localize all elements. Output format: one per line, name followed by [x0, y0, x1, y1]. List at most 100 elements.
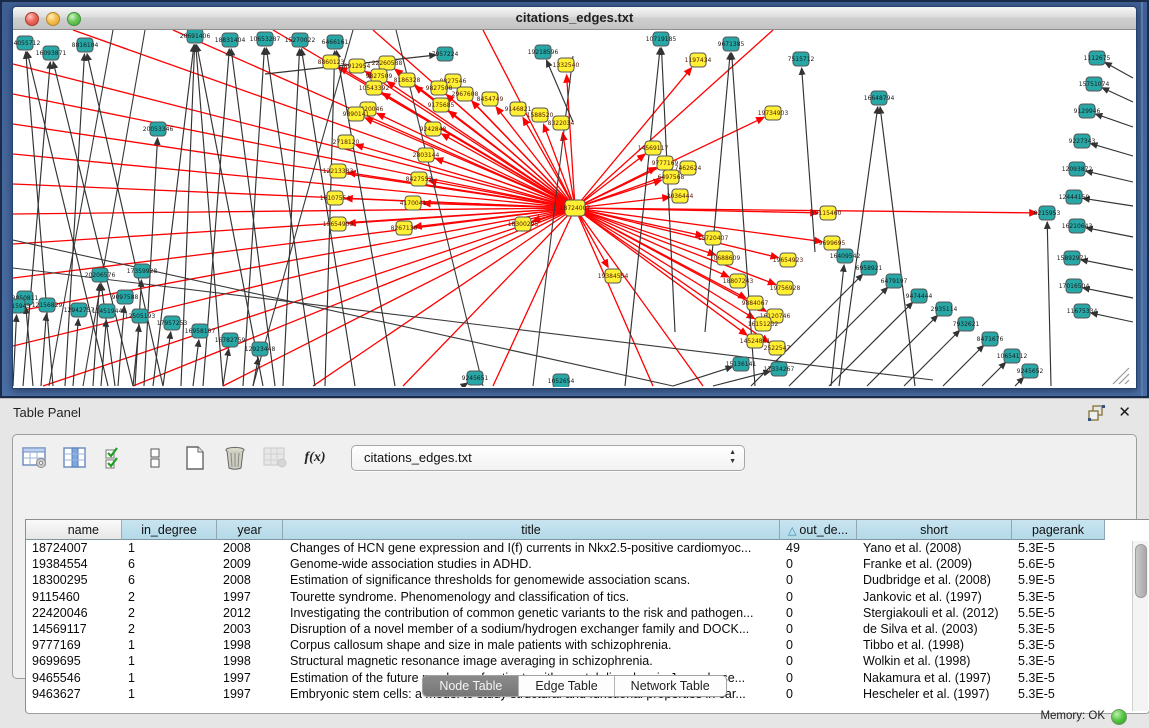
graph-edge[interactable] [1015, 377, 1024, 386]
table-cell[interactable]: 1 [122, 637, 217, 653]
table-cell[interactable]: Corpus callosum shape and size in male p… [283, 637, 780, 653]
graph-edge[interactable] [943, 345, 984, 386]
graph-edge[interactable] [1105, 62, 1133, 78]
table-cell[interactable]: 9115460 [26, 589, 122, 605]
table-cell[interactable]: 5.3E-5 [1012, 589, 1105, 605]
table-cell[interactable]: 1 [122, 653, 217, 669]
table-cell[interactable]: 0 [780, 637, 857, 653]
graph-edge[interactable] [802, 68, 815, 252]
resize-grip-icon[interactable] [1119, 374, 1129, 384]
table-row[interactable]: 1456911722003Disruption of a novel membe… [26, 621, 1149, 637]
table-row[interactable]: 977716911998Corpus callosum shape and si… [26, 637, 1149, 653]
table-cell[interactable]: 2 [122, 605, 217, 621]
graph-edge[interactable] [575, 154, 645, 208]
graph-edge[interactable] [1047, 222, 1051, 386]
table-cell[interactable]: 5.5E-5 [1012, 605, 1105, 621]
table-cell[interactable]: 9699695 [26, 653, 122, 669]
table-cell[interactable]: 5.3E-5 [1012, 540, 1105, 556]
table-settings-icon[interactable] [21, 445, 49, 471]
table-row[interactable]: 1938455462009Genome-wide association stu… [26, 556, 1149, 572]
graph-edge[interactable] [193, 340, 199, 386]
network-window[interactable]: citations_edges.txt 18724007886012389129… [12, 6, 1137, 389]
table-cell[interactable]: 5.3E-5 [1012, 653, 1105, 669]
table-cell[interactable]: 2012 [217, 605, 283, 621]
column-header-year[interactable]: year [217, 520, 283, 540]
graph-edge[interactable] [533, 56, 573, 386]
table-cell[interactable]: 2 [122, 589, 217, 605]
table-cell[interactable]: 2009 [217, 556, 283, 572]
network-canvas[interactable]: 1872400788601238912954222605889827509818… [13, 30, 1134, 387]
table-cell[interactable]: Tibbo et al. (1998) [857, 637, 1012, 653]
table-cell[interactable]: 2008 [217, 540, 283, 556]
graph-edge[interactable] [87, 54, 163, 386]
table-cell[interactable]: 2003 [217, 621, 283, 637]
graph-edge[interactable] [1083, 198, 1133, 206]
column-header-short[interactable]: short [857, 520, 1012, 540]
graph-edge[interactable] [356, 145, 575, 208]
table-cell[interactable]: Jankovic et al. (1997) [857, 589, 1012, 605]
graph-edge[interactable] [1083, 288, 1133, 298]
table-cell[interactable]: 2 [122, 621, 217, 637]
table-cell[interactable]: Investigating the contribution of common… [283, 605, 780, 621]
table-cell[interactable]: 0 [780, 556, 857, 572]
table-cell[interactable]: Changes of HCN gene expression and I(f) … [283, 540, 780, 556]
float-panel-icon[interactable] [1088, 405, 1105, 421]
graph-edge[interactable] [13, 208, 575, 312]
table-row[interactable]: 1872400712008Changes of HCN gene express… [26, 540, 1149, 556]
table-cell[interactable]: 18300295 [26, 572, 122, 588]
table-cell[interactable]: 22420046 [26, 605, 122, 621]
table-cell[interactable]: 0 [780, 572, 857, 588]
graph-edge[interactable] [575, 208, 716, 255]
table-cell[interactable]: 1998 [217, 653, 283, 669]
graph-edge[interactable] [73, 319, 78, 386]
graph-edge[interactable] [493, 208, 575, 386]
tab-edge-table[interactable]: Edge Table [519, 676, 614, 696]
column-select-icon[interactable] [61, 445, 89, 471]
table-cell[interactable]: 0 [780, 653, 857, 669]
table-cell[interactable]: 6 [122, 556, 217, 572]
network-graph[interactable]: 1872400788601238912954222605889827509818… [13, 30, 1134, 387]
column-header-in_degree[interactable]: in_degree [122, 520, 217, 540]
delete-table-icon[interactable] [221, 445, 249, 471]
graph-edge[interactable] [133, 208, 575, 386]
table-row[interactable]: 911546021997Tourette syndrome. Phenomeno… [26, 589, 1149, 605]
column-header-title[interactable]: title [283, 520, 780, 540]
table-cell[interactable]: 1997 [217, 589, 283, 605]
table-selector-dropdown[interactable]: citations_edges.txt ▲▼ [351, 445, 745, 471]
function-builder-icon[interactable]: f(x) [301, 445, 329, 471]
table-cell[interactable]: 0 [780, 621, 857, 637]
row-height-icon[interactable] [141, 445, 169, 471]
table-cell[interactable]: Estimation of significance thresholds fo… [283, 572, 780, 588]
table-cell[interactable]: 18724007 [26, 540, 122, 556]
column-header-pagerank[interactable]: pagerank [1012, 520, 1105, 540]
tab-network-table[interactable]: Network Table [615, 676, 726, 696]
graph-edge[interactable] [829, 302, 913, 386]
table-scrollbar-thumb[interactable] [1135, 544, 1147, 598]
graph-edge[interactable] [163, 332, 171, 386]
graph-edge[interactable] [266, 48, 315, 386]
graph-edge[interactable] [301, 49, 355, 386]
graph-edge[interactable] [867, 315, 938, 386]
graph-edge[interactable] [1091, 144, 1133, 156]
table-cell[interactable]: Dudbridge et al. (2008) [857, 572, 1012, 588]
graph-edge[interactable] [41, 314, 46, 386]
graph-edge[interactable] [1086, 228, 1133, 237]
table-cell[interactable]: 6 [122, 572, 217, 588]
table-cell[interactable]: 0 [780, 605, 857, 621]
graph-edge[interactable] [880, 107, 915, 386]
table-row[interactable]: 1830029562008Estimation of significance … [26, 572, 1149, 588]
graph-edge[interactable] [625, 48, 660, 386]
table-cell[interactable]: 9777169 [26, 637, 122, 653]
graph-edge[interactable] [713, 371, 770, 386]
table-cell[interactable]: 49 [780, 540, 857, 556]
table-cell[interactable]: Structural magnetic resonance image aver… [283, 653, 780, 669]
table-cell[interactable]: 19384554 [26, 556, 122, 572]
table-row[interactable]: 969969511998Structural magnetic resonanc… [26, 653, 1149, 669]
graph-edge[interactable] [253, 358, 258, 386]
graph-edge[interactable] [223, 349, 229, 386]
table-cell[interactable]: Yano et al. (2008) [857, 540, 1012, 556]
table-cell[interactable]: 5.3E-5 [1012, 621, 1105, 637]
table-cell[interactable]: 14569117 [26, 621, 122, 637]
graph-edge[interactable] [173, 30, 575, 208]
graph-edge[interactable] [1096, 114, 1133, 127]
